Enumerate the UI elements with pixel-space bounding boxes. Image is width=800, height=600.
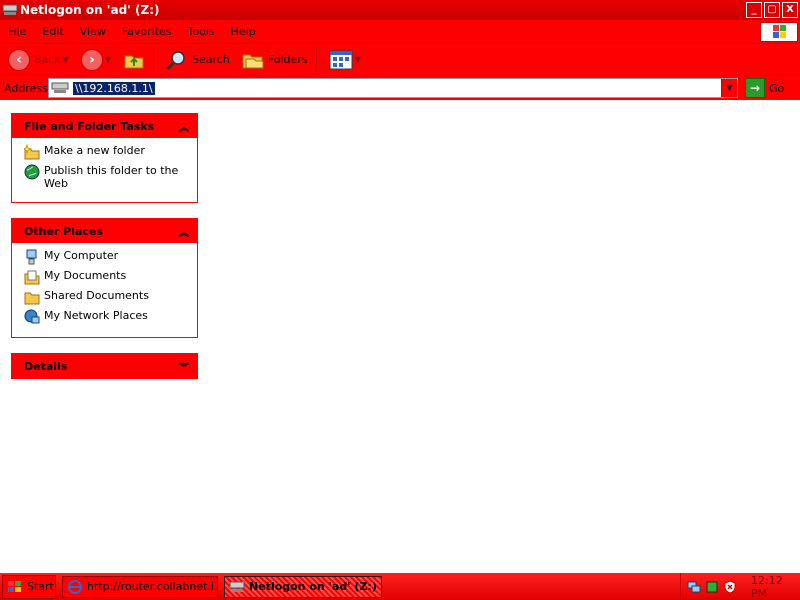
my-documents-link[interactable]: My Documents: [24, 269, 189, 285]
details-panel: Details ︾: [11, 353, 198, 379]
network-drive-icon: [51, 81, 69, 95]
address-bar: Address \\192.168.1.1\ ▼ → Go: [0, 76, 800, 100]
network-drive-icon: [2, 3, 18, 17]
menu-favorites[interactable]: Favorites: [114, 25, 180, 38]
folders-button[interactable]: Folders: [238, 46, 312, 74]
my-documents-icon: [24, 269, 40, 285]
network-status-icon[interactable]: [687, 580, 701, 594]
folders-icon: [242, 50, 264, 70]
window-title: Netlogon on 'ad' (Z:): [20, 3, 160, 17]
back-button[interactable]: ‹ Back ▼: [4, 46, 73, 74]
clock: 12:12 PM: [751, 573, 783, 600]
other-places-header[interactable]: Other Places ︽: [12, 219, 197, 243]
back-dropdown-icon[interactable]: ▼: [63, 55, 69, 64]
globe-icon: [24, 164, 40, 180]
back-arrow-icon: ‹: [8, 48, 30, 71]
search-button[interactable]: Search: [162, 46, 234, 74]
task-label: Publish this folder to the Web: [44, 164, 179, 190]
go-label: Go: [769, 81, 785, 95]
forward-dropdown-icon[interactable]: ▼: [105, 55, 111, 64]
network-drive-icon: [229, 580, 245, 594]
windows-logo-icon: [760, 22, 798, 42]
place-label: My Network Places: [44, 309, 148, 322]
connection-icon[interactable]: [705, 580, 719, 594]
internet-explorer-icon: [67, 579, 83, 595]
other-places-panel: Other Places ︽ My Computer My Documents: [11, 218, 198, 338]
close-button[interactable]: X: [782, 2, 798, 18]
security-shield-icon[interactable]: [723, 579, 737, 594]
collapse-chevron-icon[interactable]: ︽: [179, 119, 189, 134]
title-bar[interactable]: Netlogon on 'ad' (Z:) _ ▢ X: [0, 0, 800, 20]
search-label: Search: [192, 53, 230, 66]
taskbar-item-browser[interactable]: http://router.collabnet.l...: [62, 575, 218, 598]
collapse-chevron-icon[interactable]: ︽: [179, 224, 189, 239]
taskbar-item-label: http://router.collabnet.l...: [87, 580, 218, 593]
taskbar-item-label: Netlogon on 'ad' (Z:): [249, 580, 377, 593]
my-computer-link[interactable]: My Computer: [24, 249, 189, 265]
menu-tools[interactable]: Tools: [180, 25, 223, 38]
toolbar-separator: [153, 47, 155, 72]
menu-edit[interactable]: Edit: [34, 25, 71, 38]
maximize-button[interactable]: ▢: [764, 2, 780, 18]
place-label: My Documents: [44, 269, 127, 282]
views-button[interactable]: ▼: [325, 46, 365, 74]
forward-button[interactable]: › ▼: [77, 46, 115, 74]
address-dropdown-icon[interactable]: ▼: [721, 79, 737, 97]
up-folder-icon: [123, 50, 145, 70]
my-network-places-link[interactable]: My Network Places: [24, 309, 189, 325]
taskbar-item-explorer[interactable]: Netlogon on 'ad' (Z:): [224, 575, 382, 598]
forward-arrow-icon: ›: [80, 48, 103, 71]
start-button[interactable]: Start: [2, 574, 56, 599]
views-dropdown-icon[interactable]: ▼: [355, 55, 361, 64]
up-folder-button[interactable]: [119, 46, 149, 74]
task-label: Make a new folder: [44, 144, 145, 157]
windows-flag-icon: [7, 580, 23, 594]
content-area: File and Folder Tasks ︽ Make a new folde…: [0, 100, 800, 572]
address-value: \\192.168.1.1\: [73, 81, 155, 95]
go-arrow-icon: →: [745, 78, 765, 98]
panel-title: Other Places: [24, 224, 103, 238]
back-label: Back: [34, 53, 61, 66]
panel-title: Details: [24, 359, 68, 373]
explorer-window: Netlogon on 'ad' (Z:) _ ▢ X File Edit Vi…: [0, 0, 800, 572]
publish-to-web-link[interactable]: Publish this folder to the Web: [24, 164, 189, 190]
search-icon: [166, 49, 188, 71]
views-icon: [329, 50, 353, 70]
menu-file[interactable]: File: [0, 25, 34, 38]
file-folder-tasks-panel: File and Folder Tasks ︽ Make a new folde…: [11, 113, 198, 203]
shared-documents-link[interactable]: Shared Documents: [24, 289, 189, 305]
system-tray: 12:12 PM: [680, 573, 800, 600]
new-folder-icon: [24, 144, 40, 160]
menu-bar: File Edit View Favorites Tools Help: [0, 20, 800, 44]
file-folder-tasks-header[interactable]: File and Folder Tasks ︽: [12, 114, 197, 138]
place-label: My Computer: [44, 249, 119, 262]
start-label: Start: [27, 580, 54, 593]
menu-help[interactable]: Help: [223, 25, 264, 38]
network-places-icon: [24, 309, 40, 325]
minimize-button[interactable]: _: [746, 2, 762, 18]
address-input[interactable]: \\192.168.1.1\ ▼: [48, 78, 738, 98]
menu-view[interactable]: View: [72, 25, 114, 38]
my-computer-icon: [24, 249, 40, 265]
toolbar: ‹ Back ▼ › ▼ Search Folders ▼: [0, 44, 800, 76]
toolbar-separator: [315, 47, 317, 72]
panel-title: File and Folder Tasks: [24, 119, 155, 133]
make-new-folder-link[interactable]: Make a new folder: [24, 144, 189, 160]
place-label: Shared Documents: [44, 289, 149, 302]
folders-label: Folders: [267, 53, 308, 66]
go-button[interactable]: → Go: [745, 78, 788, 98]
details-header[interactable]: Details ︾: [12, 354, 197, 378]
shared-folder-icon: [24, 289, 40, 305]
address-label: Address: [4, 81, 48, 95]
expand-chevron-icon[interactable]: ︾: [179, 359, 189, 374]
taskbar: Start http://router.collabnet.l... Netlo…: [0, 572, 800, 600]
